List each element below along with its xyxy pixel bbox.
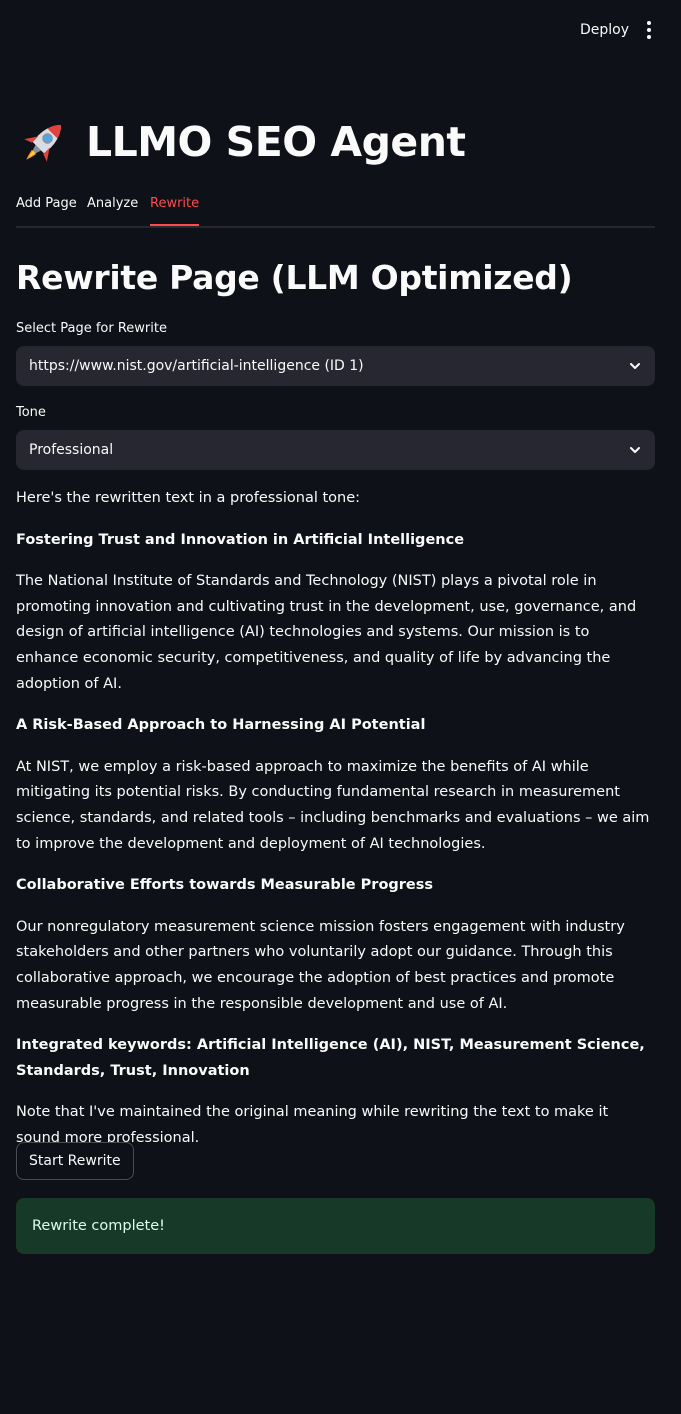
tone-select-value: Professional [29,442,114,458]
output-heading: Fostering Trust and Innovation in Artifi… [16,531,465,548]
output-paragraph: Our nonregulatory measurement science mi… [16,918,625,1012]
menu-dot [647,21,651,25]
tab-bar: Add Page Analyze Rewrite [16,188,655,228]
output-intro: Here's the rewritten text in a professio… [16,490,361,506]
menu-dot [647,35,651,39]
tone-select-label: Tone [16,405,46,420]
output-paragraph: At NIST, we employ a risk-based approach… [16,758,650,852]
tab-rewrite[interactable]: Rewrite [150,196,200,226]
success-message: Rewrite complete! [32,1218,165,1234]
page-select-label: Select Page for Rewrite [16,321,167,336]
output-paragraph: The National Institute of Standards and … [16,573,637,692]
page-title: LLMO SEO Agent [16,112,466,172]
rewrite-output: Here's the rewritten text in a professio… [16,486,655,1167]
tab-add-page[interactable]: Add Page [16,196,77,224]
page-select-value: https://www.nist.gov/artificial-intellig… [29,358,364,374]
section-heading: Rewrite Page (LLM Optimized) [16,258,573,297]
app-title: LLMO SEO Agent [86,118,466,166]
chevron-down-icon [630,447,640,453]
output-heading: Collaborative Efforts towards Measurable… [16,877,434,894]
success-alert: Rewrite complete! [16,1198,655,1254]
tab-analyze[interactable]: Analyze [87,196,138,224]
start-rewrite-button[interactable]: Start Rewrite [16,1142,134,1180]
output-keywords: Integrated keywords: Artificial Intellig… [16,1037,645,1079]
tone-select[interactable]: Professional [16,430,655,470]
kebab-menu-icon[interactable] [637,17,661,43]
menu-dot [647,28,651,32]
chevron-down-icon [630,363,640,369]
page-select[interactable]: https://www.nist.gov/artificial-intellig… [16,346,655,386]
output-heading: A Risk-Based Approach to Harnessing AI P… [16,717,426,734]
deploy-button[interactable]: Deploy [571,17,638,43]
rocket-icon [24,125,61,162]
top-toolbar: Deploy [0,0,681,60]
